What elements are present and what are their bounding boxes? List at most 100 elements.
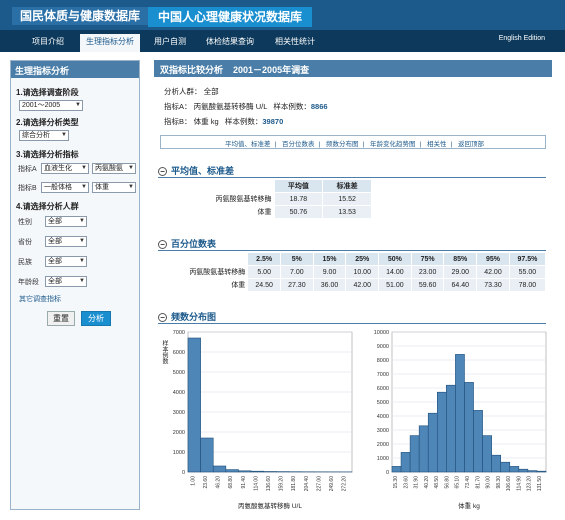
collapse-icon[interactable]: − [158,240,167,249]
gender-select[interactable]: 全部 ▼ [45,216,87,227]
histogram-bar [427,412,438,473]
alt-histogram-svg: 0 1000 2000 3000 4000 5000 6000 7000 1.00 23.60 46… [161,330,353,510]
collapse-icon[interactable]: − [158,167,167,176]
x-tick-label: 227.00 [316,476,322,492]
table-cell: 59.60 [411,279,444,291]
y-tick-label: 4000 [377,414,389,420]
crowd-value: 全部 [203,87,219,96]
divider [158,177,546,178]
nav-item-correlation[interactable]: 相关性统计 [275,36,315,47]
y-tick-label: 7000 [377,372,389,378]
indicator-a-label: 指标A [18,166,37,173]
nav-item-physiology[interactable]: 生理指标分析 [80,34,140,52]
table-row: 体重 50.76 13.53 [159,206,371,218]
ethnicity-select[interactable]: 全部 ▼ [45,256,87,267]
indicator-a-category-select[interactable]: 血液生化 ▼ [41,163,89,174]
indicator-b-category-select[interactable]: 一般体格 ▼ [41,182,89,193]
table-header: 25% [346,253,379,265]
chevron-down-icon: ▼ [79,278,85,284]
crowd-info: 分析人群： 全部 [164,87,219,96]
y-tick-label: 6000 [173,350,185,356]
link-percentile[interactable]: 百分位数表 [282,141,315,148]
gender-label: 性别 [18,219,32,226]
y-tick-label: 8000 [377,358,389,364]
reset-button[interactable]: 重置 [47,311,75,326]
table-header: 5% [281,253,313,265]
link-mean-sd[interactable]: 平均值、标准差 [225,141,271,148]
percentile-table: 2.5% 5% 15% 25% 50% 75% 85% 95% 97.5% 丙氨酸氨基转移酶 5.0… [158,252,546,292]
stage-select[interactable]: 2001～2005 ▼ [19,100,83,111]
weight-histogram: 0 1000 2000 3000 4000 5000 6000 7000 8000 9000 100… [362,326,552,510]
x-tick-label: 46.20 [216,476,222,489]
histogram-bar [238,470,252,473]
table-cell: 51.00 [379,279,411,291]
y-axis-label: 样本例数 [161,339,168,365]
x-tick-label: 40.20 [424,476,430,489]
table-header: 95% [477,253,509,265]
collapse-icon[interactable]: − [158,313,167,322]
y-tick-label: 1000 [377,456,389,462]
step1-label: 1.请选择调查阶段 [16,88,79,97]
analyze-button[interactable]: 分析 [81,311,111,326]
row-label: 丙氨酸氨基转移酶 [159,266,248,278]
histogram-bar [409,435,420,473]
table-cell: 73.30 [477,279,509,291]
histogram-bar [446,384,456,473]
other-indicators-link[interactable]: 其它调查指标 [19,294,61,304]
link-correlation[interactable]: 相关性 [427,141,447,148]
y-tick-label: 9000 [377,344,389,350]
indicator-a-item-select[interactable]: 丙氨酸氨 ▼ [92,163,136,174]
table-row: 丙氨酸氨基转移酶 5.00 7.00 9.00 10.00 14.00 23.00 29.00… [159,266,545,278]
y-tick-label: 10000 [374,330,389,336]
y-tick-label: 0 [182,470,185,476]
chevron-down-icon: ▼ [79,238,85,244]
histogram-bar [418,425,429,473]
chevron-down-icon: ▼ [61,132,67,138]
x-tick-label: 31.90 [414,476,420,489]
y-tick-label: 3000 [173,410,185,416]
link-frequency[interactable]: 频数分布图 [326,141,359,148]
table-cell: 42.00 [346,279,379,291]
y-tick-label: 5000 [173,370,185,376]
analysis-type-select[interactable]: 综合分析 ▼ [19,130,69,141]
table-header [159,253,247,265]
indicator-b-item-select[interactable]: 体重 ▼ [92,182,136,193]
banner-title-physique[interactable]: 国民体质与健康数据库 [12,7,149,25]
chevron-down-icon: ▼ [81,184,87,190]
main-nav: 项目介绍 生理指标分析 用户自测 体检结果查询 相关性统计 English Ed… [0,30,565,52]
english-edition-link[interactable]: English Edition [499,35,545,42]
nav-item-selftest[interactable]: 用户自测 [154,36,186,47]
histogram-bar [482,435,492,473]
link-age-trend[interactable]: 年龄变化趋势图 [370,141,416,148]
mean-sd-heading[interactable]: − 平均值、标准差 [158,164,234,177]
table-row: 丙氨酸氨基转移酶 18.78 15.52 [159,193,371,205]
x-tick-label: 1.00 [190,476,196,486]
y-tick-label: 2000 [173,430,185,436]
table-header: 85% [444,253,477,265]
table-cell: 18.78 [274,193,323,205]
x-tick-label: 23.60 [403,476,409,489]
table-cell: 9.00 [313,266,346,278]
histogram-bar [263,471,277,473]
histogram-bar [536,470,547,473]
x-tick-label: 48.50 [434,476,440,489]
divider [158,323,546,324]
frequency-heading[interactable]: − 频数分布图 [158,310,216,323]
nav-item-intro[interactable]: 项目介绍 [32,36,64,47]
y-tick-label: 5000 [377,400,389,406]
x-tick-label: 81.70 [475,476,481,489]
histogram-bar [225,469,239,473]
age-group-select[interactable]: 全部 ▼ [45,276,87,287]
main-header: 双指标比较分析 2001－2005年调查 [154,60,552,77]
x-tick-label: 68.80 [228,476,234,489]
link-back-top[interactable]: 返回顶部 [458,141,484,148]
banner-title-psychology[interactable]: 中国人心理健康状况数据库 [148,7,313,27]
x-tick-label: 159.20 [279,476,285,492]
table-cell: 50.76 [274,206,323,218]
percentile-heading[interactable]: − 百分位数表 [158,237,216,250]
x-tick-label: 98.30 [496,476,502,489]
nav-item-exam-query[interactable]: 体检结果查询 [206,36,254,47]
table-header: 标准差 [323,180,371,192]
table-header-row: 平均值 标准差 [159,180,371,192]
province-select[interactable]: 全部 ▼ [45,236,87,247]
